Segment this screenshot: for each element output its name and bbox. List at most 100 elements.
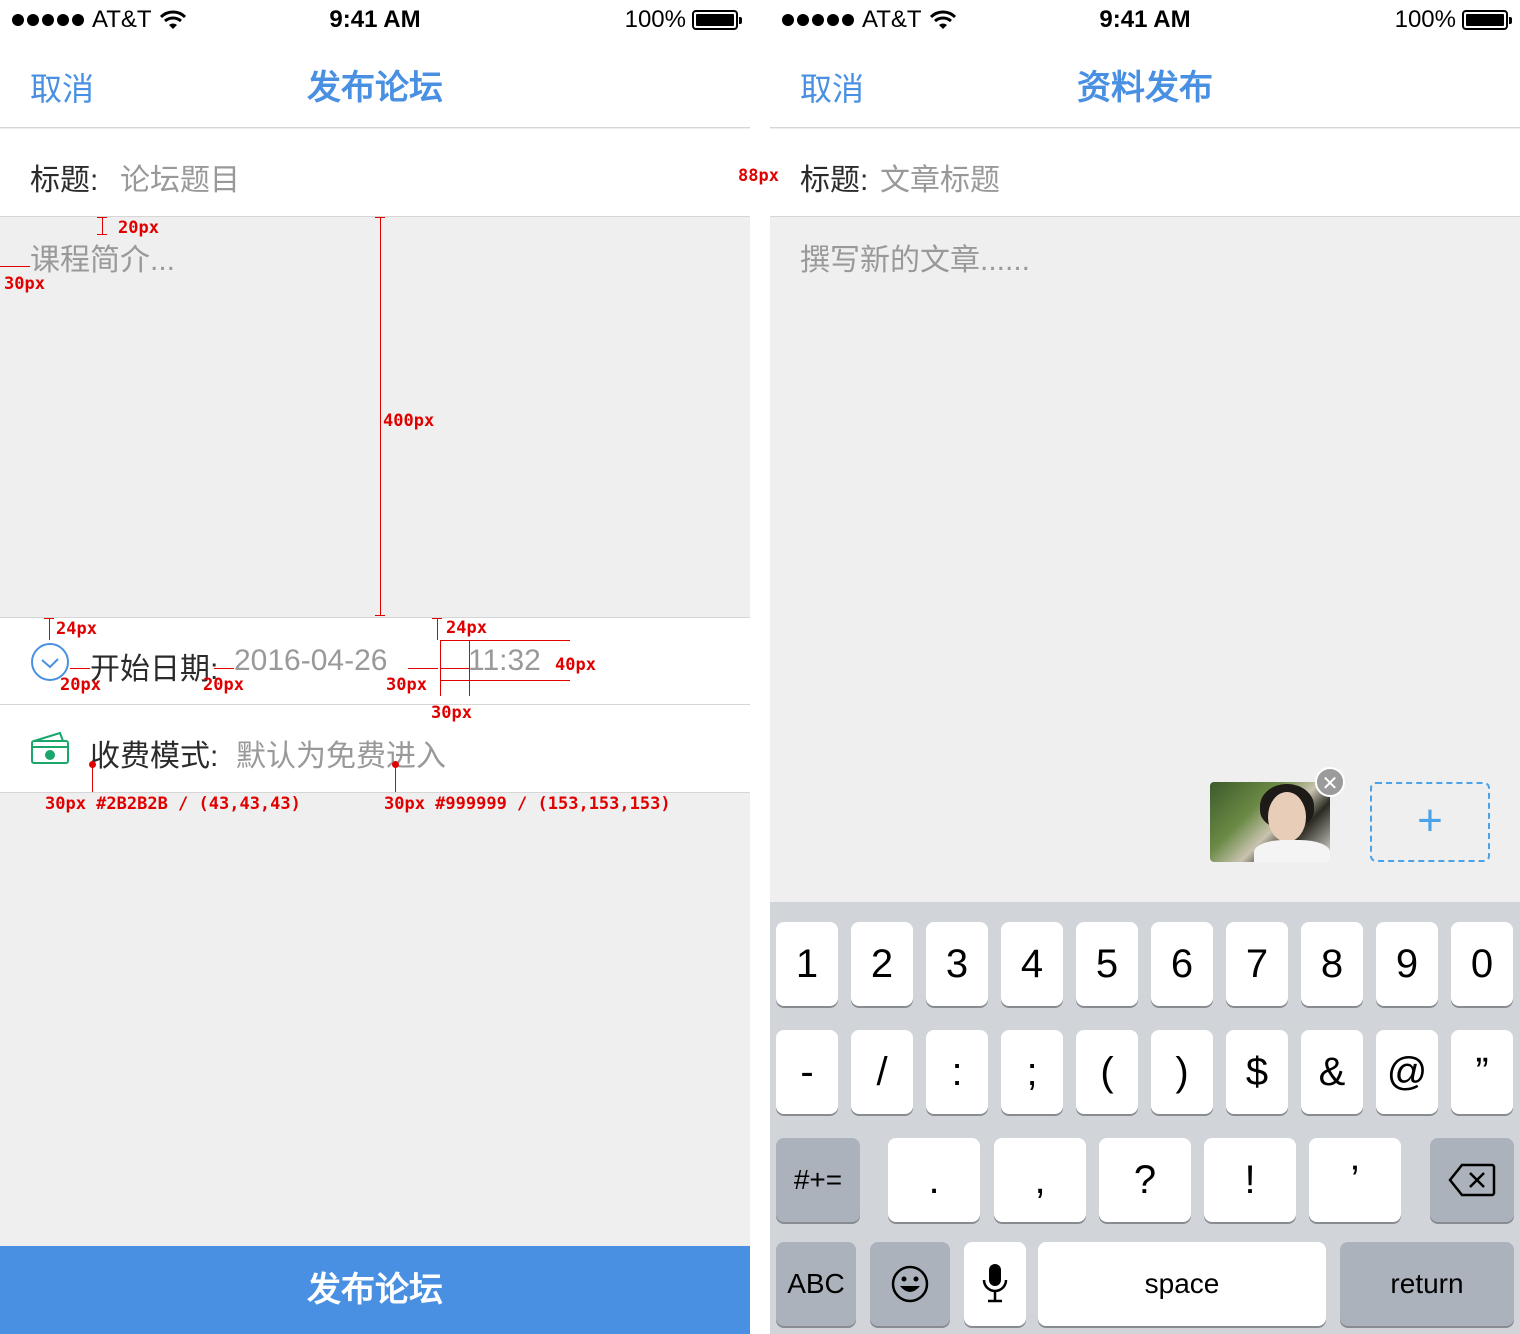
key-slash[interactable]: / (851, 1030, 913, 1114)
key-backspace[interactable] (1430, 1138, 1514, 1222)
key-close-paren[interactable]: ) (1151, 1030, 1213, 1114)
annotation-label: 24px (446, 618, 487, 638)
remove-image-icon[interactable]: ✕ (1315, 767, 1345, 797)
key-0[interactable]: 0 (1451, 922, 1513, 1006)
annotation-line (375, 615, 385, 616)
fee-mode-row[interactable]: 收费模式: 默认为免费进入 (0, 705, 750, 793)
article-placeholder: 撰写新的文章...... (800, 244, 1031, 277)
annotation-label: 24px (56, 619, 97, 639)
annotation-label: 30px (431, 703, 472, 723)
description-placeholder: 课程简介... (30, 244, 176, 277)
numeric-keyboard: 1 2 3 4 5 6 7 8 9 0 - / : ; ( ) $ & @ ” … (770, 902, 1520, 1334)
key-3[interactable]: 3 (926, 922, 988, 1006)
description-textarea[interactable]: 课程简介... (0, 217, 750, 617)
fee-mode-value[interactable]: 默认为免费进入 (236, 731, 446, 775)
key-dollar[interactable]: $ (1226, 1030, 1288, 1114)
annotation-line (70, 668, 90, 669)
key-7[interactable]: 7 (1226, 922, 1288, 1006)
annotation-line (214, 668, 234, 669)
annotation-label: 20px (118, 218, 159, 238)
annotation-label: 30px #2B2B2B / (43,43,43) (45, 794, 301, 814)
battery-icon (1462, 10, 1512, 30)
title-field-row[interactable]: 标题: 文章标题 (770, 129, 1520, 217)
key-question[interactable]: ? (1099, 1138, 1191, 1222)
key-open-paren[interactable]: ( (1076, 1030, 1138, 1114)
battery-percent: 100% (624, 6, 686, 33)
fee-mode-label: 收费模式: (90, 740, 219, 773)
annotation-label: 30px (386, 675, 427, 695)
title-field-row[interactable]: 标题: 论坛题目 (0, 129, 750, 217)
key-symbols[interactable]: #+= (776, 1138, 860, 1222)
nav-bar: 取消 资料发布 (770, 40, 1520, 128)
battery-percent: 100% (1394, 6, 1456, 33)
key-comma[interactable]: , (994, 1138, 1086, 1222)
page-title: 资料发布 (1077, 69, 1213, 107)
title-label: 标题: (30, 164, 99, 197)
key-exclamation[interactable]: ! (1204, 1138, 1296, 1222)
key-1[interactable]: 1 (776, 922, 838, 1006)
key-quote[interactable]: ” (1451, 1030, 1513, 1114)
key-emoji[interactable] (870, 1242, 950, 1326)
battery-icon (692, 10, 742, 30)
annotation-label: 30px (4, 274, 45, 294)
annotation-line (408, 668, 438, 669)
start-time-value[interactable]: 11:32 (468, 644, 541, 678)
annotation-line (440, 640, 570, 641)
annotation-line (440, 680, 570, 681)
emoji-icon (891, 1265, 929, 1303)
start-date-row[interactable]: 开始日期: 2016-04-26 11:32 (0, 617, 750, 705)
money-icon (31, 731, 69, 764)
start-date-label: 开始日期: (90, 653, 219, 686)
annotation-line (97, 234, 107, 235)
annotation-line (469, 640, 470, 696)
key-at[interactable]: @ (1376, 1030, 1438, 1114)
annotation-label: 40px (555, 655, 596, 675)
publish-forum-button[interactable]: 发布论坛 (0, 1246, 750, 1334)
forum-publish-screen: AT&T 9:41 AM 100% 取消 发布论坛 标题: 论坛题目 课程简介.… (0, 0, 750, 1334)
annotation-label: 400px (383, 411, 435, 431)
start-date-value[interactable]: 2016-04-26 (234, 644, 387, 678)
annotation-line (432, 618, 442, 619)
key-4[interactable]: 4 (1001, 922, 1063, 1006)
annotation-line (380, 217, 381, 616)
key-9[interactable]: 9 (1376, 922, 1438, 1006)
annotation-line (437, 618, 438, 640)
title-input[interactable]: 文章标题 (880, 155, 1000, 199)
title-input[interactable]: 论坛题目 (120, 155, 240, 199)
key-5[interactable]: 5 (1076, 922, 1138, 1006)
annotation-line (97, 217, 107, 218)
key-return[interactable]: return (1340, 1242, 1514, 1326)
key-8[interactable]: 8 (1301, 922, 1363, 1006)
status-bar: AT&T 9:41 AM 100% (770, 0, 1520, 40)
annotation-label: 20px (60, 675, 101, 695)
annotation-line (375, 217, 385, 218)
nav-bar: 取消 发布论坛 (0, 40, 750, 128)
key-2[interactable]: 2 (851, 922, 913, 1006)
annotation-label: 30px #999999 / (153,153,153) (384, 794, 671, 814)
key-colon[interactable]: : (926, 1030, 988, 1114)
add-image-button[interactable]: + (1370, 782, 1490, 862)
key-abc[interactable]: ABC (776, 1242, 856, 1326)
annotation-line (92, 764, 93, 792)
title-label: 标题: (800, 164, 869, 197)
annotation-line (102, 217, 103, 235)
key-6[interactable]: 6 (1151, 922, 1213, 1006)
page-title: 发布论坛 (307, 69, 443, 107)
annotation-label: 88px (738, 166, 779, 186)
key-dictation[interactable] (964, 1242, 1026, 1326)
attached-image-thumbnail[interactable] (1210, 782, 1330, 862)
key-semicolon[interactable]: ; (1001, 1030, 1063, 1114)
annotation-label: 20px (203, 675, 244, 695)
microphone-icon (982, 1264, 1008, 1303)
annotation-line (44, 618, 54, 619)
key-period[interactable]: . (888, 1138, 980, 1222)
annotation-line (395, 764, 396, 792)
key-apostrophe[interactable]: ’ (1309, 1138, 1401, 1222)
key-space[interactable]: space (1038, 1242, 1326, 1326)
status-bar: AT&T 9:41 AM 100% (0, 0, 750, 40)
key-hyphen[interactable]: - (776, 1030, 838, 1114)
annotation-line (440, 668, 469, 669)
annotation-line (49, 618, 50, 640)
key-ampersand[interactable]: & (1301, 1030, 1363, 1114)
annotation-line (0, 266, 30, 267)
